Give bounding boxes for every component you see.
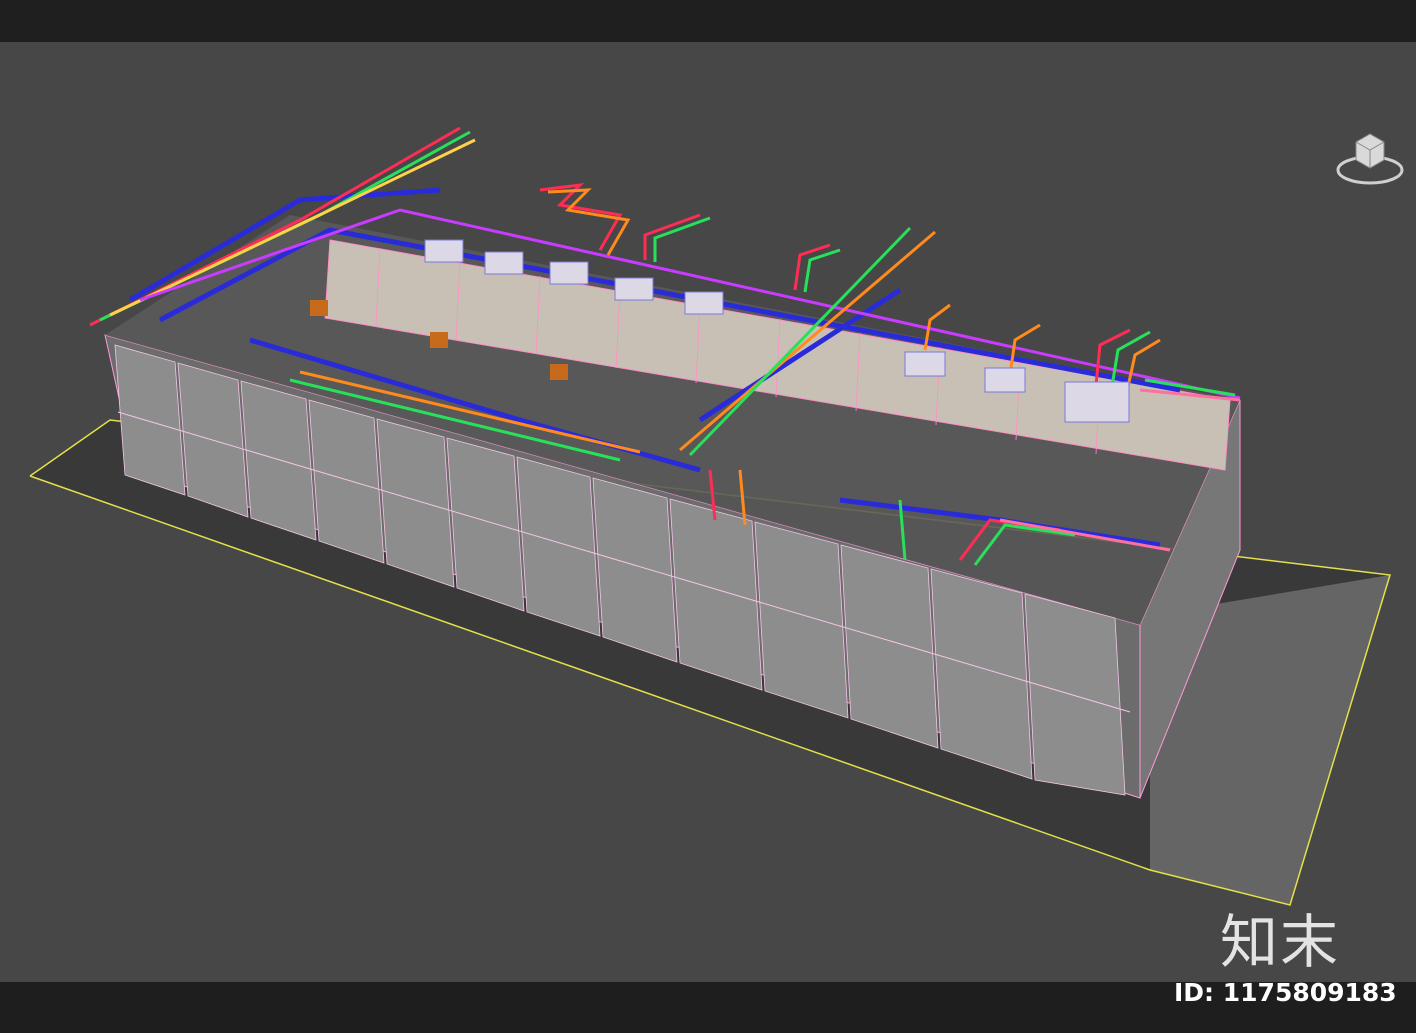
viewcube-icon[interactable] <box>1334 130 1406 194</box>
watermark-logo: 知末 <box>1220 908 1341 976</box>
building-model <box>29 126 1391 906</box>
watermark-id: ID: 1175809183 <box>1174 978 1397 1007</box>
3d-viewport[interactable] <box>0 42 1416 982</box>
top-bar <box>0 0 1416 42</box>
